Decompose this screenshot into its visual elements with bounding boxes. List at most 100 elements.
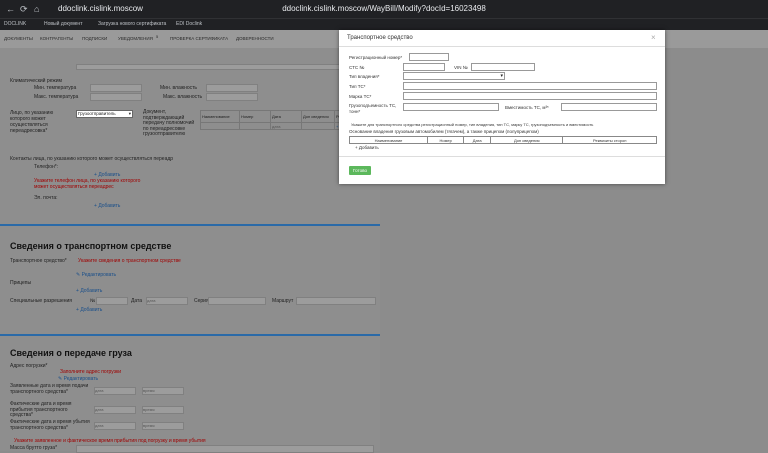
vehicle-section-title: Сведения о транспортном средстве (10, 241, 172, 251)
add-permit-button[interactable]: + Добавить (76, 307, 102, 313)
date-cell[interactable]: дата (270, 122, 302, 130)
permit-number-label: № (90, 298, 96, 304)
loading-address-label: Адрес погрузки* (10, 363, 48, 369)
permit-number-input[interactable] (96, 297, 128, 305)
capacity-input[interactable] (403, 103, 499, 111)
permit-series-label: Серия (194, 298, 209, 304)
save-button[interactable]: Готово (349, 166, 371, 175)
permit-date-label: Дата (131, 298, 143, 304)
form-field[interactable] (76, 64, 378, 70)
cargo-section-title: Сведения о передаче груза (10, 348, 132, 358)
actual-arrival-label: Фактические дата и время прибытия трансп… (10, 401, 72, 418)
column-header: Реквизиты сторон (562, 136, 657, 144)
notification-badge: 5 (156, 34, 159, 39)
sts-input[interactable] (403, 63, 445, 71)
nav-powers-of-attorney[interactable]: ДОВЕРЕННОСТИ (236, 36, 274, 41)
arrival-time-input[interactable]: время (142, 406, 184, 414)
table-cell[interactable] (301, 122, 335, 130)
arrival-date-input[interactable]: дата (94, 406, 136, 414)
gross-mass-label: Масса брутто груза* (10, 445, 58, 451)
bookmark-item[interactable]: Загрузка нового сертификата (98, 21, 166, 27)
table-cell[interactable] (239, 122, 271, 130)
vin-label: VIN № (454, 65, 468, 70)
vin-input[interactable] (471, 63, 535, 71)
vehicle-type-input[interactable] (403, 82, 657, 90)
modal-error: Укажите для транспортного средства регис… (351, 122, 594, 127)
edit-address-button[interactable]: ✎ Редактировать (58, 376, 98, 382)
add-basis-button[interactable]: + Добавить (355, 145, 379, 150)
table-cell[interactable] (200, 122, 240, 130)
volume-input[interactable] (561, 103, 657, 111)
dates-error: Укажите заявленное и фактическое время п… (14, 438, 206, 444)
volume-label: Вместимость ТС, м³* (505, 105, 549, 110)
ownership-label: Тип владения* (349, 74, 380, 79)
vehicle-error: Укажите сведения о транспортном средстве (78, 258, 181, 264)
column-header: Доп сведения (490, 136, 564, 144)
planned-time-input[interactable]: время (142, 387, 184, 395)
column-header: Дата (270, 110, 302, 123)
ownership-select[interactable]: ▾ (403, 72, 505, 80)
nav-certificate-check[interactable]: ПРОВЕРКА СЕРТИФИКАТА (170, 36, 228, 41)
vehicle-modal: Транспортное средство × Регистрационный … (339, 30, 665, 184)
column-header: Номер (239, 110, 271, 123)
departure-date-input[interactable]: дата (94, 422, 136, 430)
nav-notifications[interactable]: УВЕДОМЛЕНИЯ (118, 36, 153, 41)
chevron-down-icon: ▾ (500, 73, 503, 79)
planned-date-input[interactable]: дата (94, 387, 136, 395)
departure-time-input[interactable]: время (142, 422, 184, 430)
column-header: Наименование (200, 110, 240, 123)
email-label: Эл. почта: (34, 195, 58, 201)
permit-route-input[interactable] (296, 297, 376, 305)
capacity-label: Грузоподъемность ТС, тонн* (349, 103, 397, 114)
edit-vehicle-button[interactable]: ✎ Редактировать (76, 272, 116, 278)
actual-departure-label: Фактические дата и время убытия транспор… (10, 419, 90, 431)
vehicle-type-label: Тип ТС* (349, 84, 366, 89)
ownership-basis-table: Наименование Номер Дата Доп сведения Рек… (348, 136, 657, 144)
permit-series-input[interactable] (208, 297, 266, 305)
max-humidity-input[interactable] (206, 93, 258, 101)
ownership-basis-label: Основание владения грузовым автомобилем … (349, 129, 539, 134)
nav-subscriptions[interactable]: ПОДПИСКИ (82, 36, 107, 41)
browser-toolbar: ← ⟳ ⌂ ddoclink.cislink.moscow ddoclink.c… (0, 0, 768, 18)
address-bar[interactable]: ddoclink.cislink.moscow/WayBill/Modify?d… (0, 4, 768, 13)
min-humidity-input[interactable] (206, 84, 258, 92)
max-temp-label: Макс. температура (34, 94, 79, 100)
permit-route-label: Маршрут (272, 298, 294, 304)
phone-error: Укажите телефон лица, по указанию которо… (34, 178, 141, 190)
modal-title: Транспортное средство (347, 35, 413, 41)
min-temp-input[interactable] (90, 84, 142, 92)
bookmark-item[interactable]: DOCLINK (4, 21, 26, 27)
add-email-button[interactable]: + Добавить (94, 203, 120, 209)
brand-input[interactable] (403, 92, 657, 100)
section-divider (0, 334, 380, 336)
waybill-form: Климатический режим Мин. температура Мак… (0, 48, 380, 453)
max-temp-input[interactable] (90, 93, 142, 101)
column-header: Дата (463, 136, 492, 144)
trailers-label: Прицепы (10, 280, 32, 286)
vehicle-label: Транспортное средство* (10, 258, 67, 264)
close-icon[interactable]: × (651, 33, 656, 42)
redirect-doc-label: Документ, подтверждающий передачу полном… (143, 109, 195, 137)
column-header: Наименование (348, 136, 429, 144)
reg-number-label: Регистрационный номер* (349, 55, 403, 60)
bookmark-item[interactable]: EDI Doclink (176, 21, 202, 27)
min-humidity-label: Мин. влажность (160, 85, 198, 91)
column-header: Номер (427, 136, 465, 144)
planned-arrival-label: Заявленные дата и время подачи транспорт… (10, 383, 89, 395)
sts-label: СТС № (349, 65, 365, 70)
nav-documents[interactable]: ДОКУМЕНТЫ (4, 36, 33, 41)
phone-label: Телефон*: (34, 164, 59, 170)
bookmark-item[interactable]: Новый документ (44, 21, 82, 27)
contacts-label: Контакты лица, по указанию которого може… (10, 156, 174, 162)
nav-counterparties[interactable]: КОНТРАГЕНТЫ (40, 36, 73, 41)
gross-mass-input[interactable] (76, 445, 374, 453)
divider (339, 46, 665, 47)
permit-date-input[interactable]: дата (146, 297, 188, 305)
divider (339, 156, 665, 157)
add-trailer-button[interactable]: + Добавить (76, 288, 102, 294)
redirect-person-select[interactable]: Грузоотправитель ▾ (76, 110, 133, 118)
section-divider (0, 224, 380, 226)
reg-number-input[interactable] (409, 53, 449, 61)
climate-title: Климатический режим (10, 78, 62, 84)
bookmarks-bar: DOCLINK Новый документ Загрузка нового с… (0, 18, 768, 30)
